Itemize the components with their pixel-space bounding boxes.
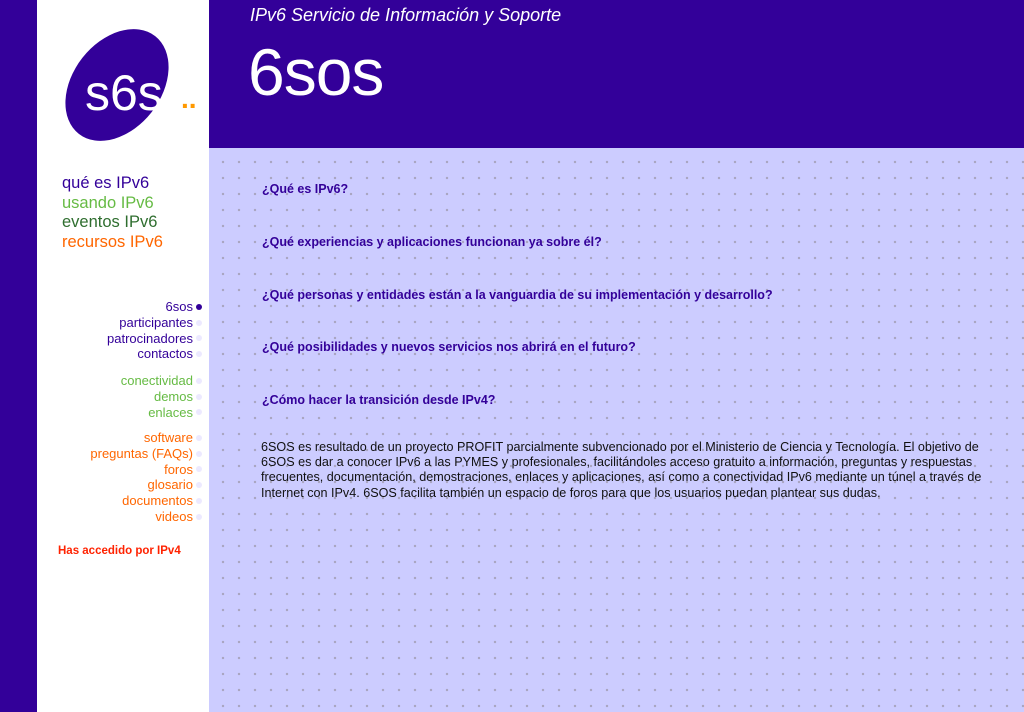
bullet-icon — [196, 377, 202, 384]
question-link-personas[interactable]: ¿Qué personas y entidades están a la van… — [262, 288, 773, 302]
nav-item-glosario[interactable]: glosario — [90, 477, 202, 493]
bullet-icon — [196, 466, 202, 473]
page-title: 6sos — [248, 35, 384, 109]
nav-item-label: demos — [153, 388, 193, 404]
nav-item-conectividad[interactable]: conectividad — [121, 373, 202, 389]
nav-item-label: software — [143, 430, 193, 445]
logo-dots: .. — [181, 83, 197, 114]
bullet-icon — [196, 409, 202, 416]
bullet-icon — [196, 434, 202, 441]
nav-usando-ipv6[interactable]: usando IPv6 — [62, 194, 163, 214]
logo-graphic: s6s .. — [65, 29, 197, 141]
nav-group-resources: software preguntas (FAQs) foros glosario… — [90, 430, 202, 525]
nav-item-documentos[interactable]: documentos — [90, 493, 202, 509]
left-stripe — [0, 0, 37, 712]
nav-item-contactos[interactable]: contactos — [107, 346, 202, 362]
ip-status-text: Has accedido por IPv4 — [58, 545, 181, 557]
nav-item-participantes[interactable]: participantes — [107, 315, 202, 331]
logo-text: s6s — [85, 65, 163, 121]
nav-item-label: preguntas (FAQs) — [90, 445, 193, 461]
nav-recursos-ipv6[interactable]: recursos IPv6 — [62, 233, 163, 253]
nav-item-label: patrocinadores — [107, 330, 193, 346]
nav-item-videos[interactable]: videos — [90, 509, 202, 525]
nav-group-project: 6sos participantes patrocinadores contac… — [107, 299, 202, 362]
nav-item-preguntas[interactable]: preguntas (FAQs) — [90, 446, 202, 462]
project-description: 6SOS es resultado de un proyecto PROFIT … — [261, 440, 982, 500]
nav-item-label: 6sos — [165, 299, 193, 314]
bullet-icon — [196, 513, 202, 520]
nav-item-label: videos — [155, 508, 193, 524]
nav-group-connectivity: conectividad demos enlaces — [121, 373, 202, 420]
active-bullet-icon — [196, 303, 202, 310]
question-link-experiencias[interactable]: ¿Qué experiencias y aplicaciones funcion… — [262, 235, 602, 249]
question-link-posibilidades[interactable]: ¿Qué posibilidades y nuevos servicios no… — [262, 340, 636, 354]
nav-item-label: enlaces — [148, 404, 193, 420]
nav-item-software[interactable]: software — [90, 430, 202, 446]
bullet-icon — [196, 498, 202, 505]
page-header: IPv6 Servicio de Información y Soporte 6… — [209, 0, 1024, 148]
main-content: ¿Qué es IPv6? ¿Qué experiencias y aplica… — [209, 148, 1024, 712]
nav-item-label: conectividad — [120, 373, 193, 388]
nav-que-es-ipv6[interactable]: qué es IPv6 — [62, 174, 163, 194]
question-link-transicion[interactable]: ¿Cómo hacer la transición desde IPv4? — [262, 393, 495, 407]
primary-nav: qué es IPv6 usando IPv6 eventos IPv6 rec… — [62, 174, 163, 252]
nav-item-label: participantes — [119, 314, 193, 330]
question-link-que-es-ipv6[interactable]: ¿Qué es IPv6? — [262, 182, 348, 196]
sidebar: s6s .. qué es IPv6 usando IPv6 eventos I… — [37, 0, 209, 712]
nav-item-label: foros — [164, 461, 193, 477]
nav-item-patrocinadores[interactable]: patrocinadores — [107, 331, 202, 347]
nav-item-demos[interactable]: demos — [121, 389, 202, 405]
nav-item-enlaces[interactable]: enlaces — [121, 405, 202, 421]
nav-item-foros[interactable]: foros — [90, 462, 202, 478]
site-subtitle: IPv6 Servicio de Información y Soporte — [250, 5, 562, 25]
bullet-icon — [196, 450, 202, 457]
bullet-icon — [196, 319, 202, 326]
nav-item-6sos[interactable]: 6sos — [107, 299, 202, 315]
bullet-icon — [196, 393, 202, 400]
nav-item-label: glosario — [147, 477, 193, 493]
nav-item-label: contactos — [137, 346, 193, 362]
bullet-icon — [196, 351, 202, 358]
nav-eventos-ipv6[interactable]: eventos IPv6 — [62, 213, 163, 233]
nav-item-label: documentos — [122, 493, 193, 509]
bullet-icon — [196, 482, 202, 489]
bullet-icon — [196, 335, 202, 342]
site-logo[interactable]: s6s .. — [55, 8, 215, 148]
